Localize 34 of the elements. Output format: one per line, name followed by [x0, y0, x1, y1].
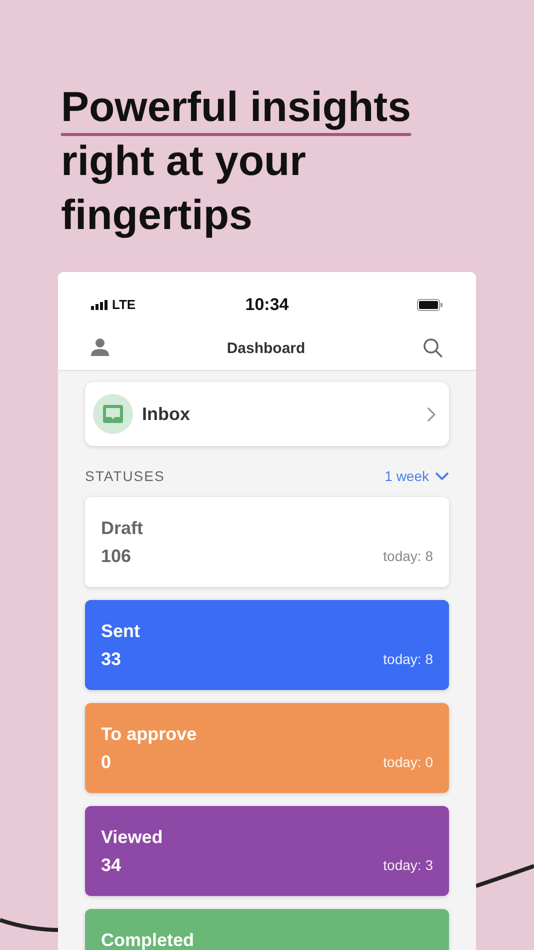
decorative-curve — [0, 918, 60, 932]
status-count: 33 — [101, 648, 122, 670]
status-count: 106 — [101, 545, 132, 567]
chevron-right-icon — [427, 406, 436, 422]
inbox-row[interactable]: Inbox — [85, 382, 449, 446]
status-name: To approve — [101, 723, 197, 745]
battery-icon — [416, 299, 443, 311]
today-count: today: 0 — [383, 753, 433, 772]
section-heading: STATUSES — [85, 467, 165, 486]
status-card[interactable]: Sent 33 today: 8 — [85, 600, 449, 690]
search-icon[interactable] — [422, 338, 443, 358]
chevron-down-icon — [435, 472, 449, 481]
today-count: today: 8 — [383, 547, 433, 566]
network-label: LTE — [112, 296, 136, 314]
status-card[interactable]: Draft 106 today: 8 — [85, 497, 449, 587]
signal-icon — [91, 300, 108, 310]
inbox-icon — [93, 394, 133, 434]
today-count: today: 3 — [383, 856, 433, 875]
status-name: Sent — [101, 620, 140, 642]
status-card[interactable]: To approve 0 today: 0 — [85, 703, 449, 793]
profile-icon[interactable] — [91, 338, 109, 356]
period-dropdown[interactable]: 1 week — [384, 466, 449, 487]
screen-title: Dashboard — [226, 339, 306, 359]
status-card[interactable]: Completed — [85, 909, 449, 950]
clock: 10:34 — [245, 294, 289, 316]
headline: Powerful insights right at your fingertips — [61, 82, 412, 240]
status-count: 34 — [101, 854, 122, 876]
status-name: Viewed — [101, 826, 163, 848]
status-card[interactable]: Viewed 34 today: 3 — [85, 806, 449, 896]
today-count: today: 8 — [383, 650, 433, 669]
decorative-curve — [476, 864, 534, 888]
status-name: Completed — [101, 929, 194, 950]
status-name: Draft — [101, 517, 144, 539]
status-count: 0 — [101, 751, 112, 773]
